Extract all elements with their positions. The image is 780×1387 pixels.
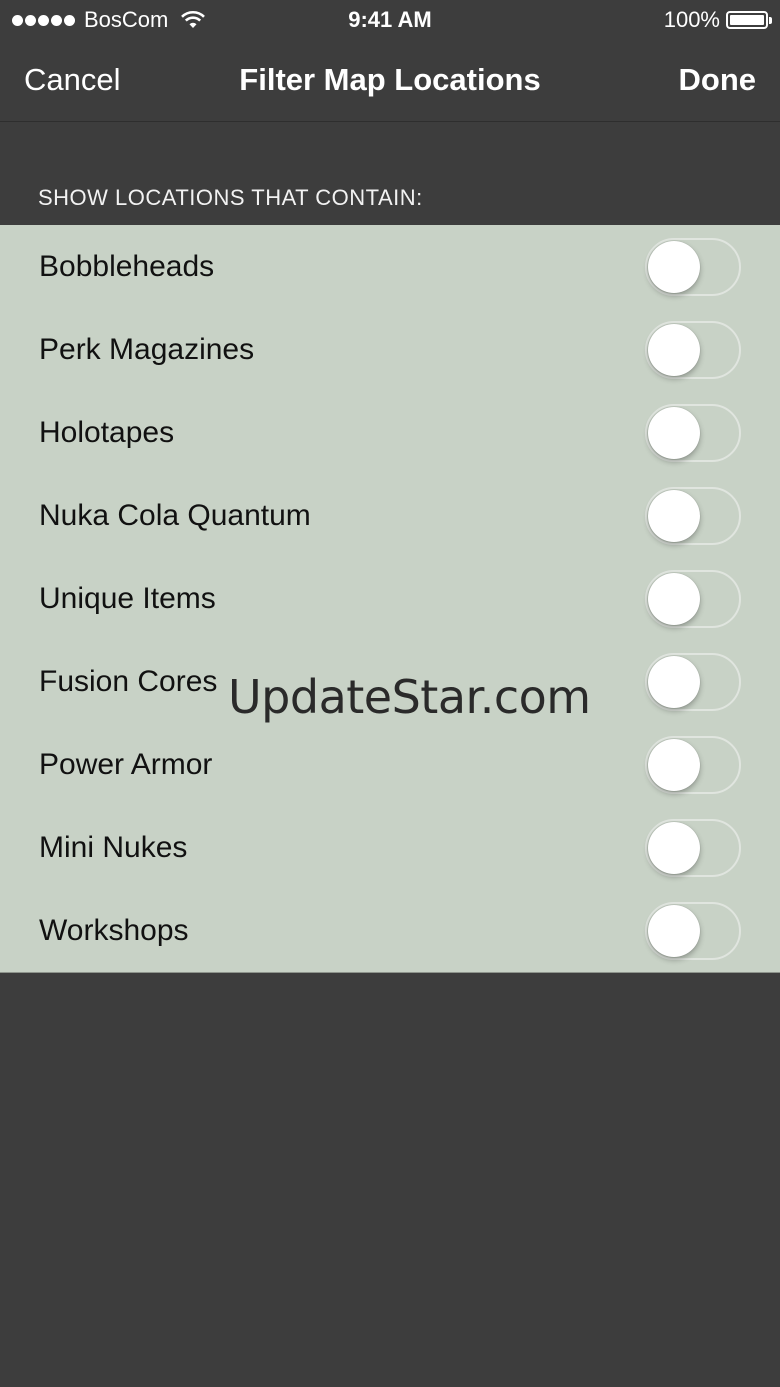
- power-armor-toggle[interactable]: [645, 735, 741, 794]
- filter-label: Fusion Cores: [39, 664, 218, 698]
- filter-label: Mini Nukes: [39, 830, 188, 864]
- toggle-knob: [648, 655, 700, 708]
- status-right: 100%: [663, 7, 772, 33]
- holotapes-toggle[interactable]: [645, 403, 741, 462]
- filter-row-nuka-cola-quantum: Nuka Cola Quantum: [0, 474, 780, 557]
- bobbleheads-toggle[interactable]: [645, 237, 741, 296]
- filter-label: Holotapes: [39, 415, 175, 449]
- perk-magazines-toggle[interactable]: [645, 320, 741, 379]
- toggle-knob: [648, 904, 700, 957]
- toggle-knob: [648, 240, 700, 293]
- filter-row-bobbleheads: Bobbleheads: [0, 225, 780, 308]
- filter-row-workshops: Workshops: [0, 889, 780, 972]
- done-button[interactable]: Done: [679, 62, 757, 98]
- filter-label: Unique Items: [39, 581, 216, 615]
- status-bar: BosCom 9:41 AM 100%: [0, 0, 780, 40]
- filter-label: Perk Magazines: [39, 332, 255, 366]
- filter-row-unique-items: Unique Items: [0, 557, 780, 640]
- navigation-bar: Cancel Filter Map Locations Done: [0, 40, 780, 122]
- filter-row-perk-magazines: Perk Magazines: [0, 308, 780, 391]
- toggle-knob: [648, 738, 700, 791]
- filter-list: Bobbleheads Perk Magazines Holotapes Nuk…: [0, 225, 780, 973]
- filter-label: Power Armor: [39, 747, 213, 781]
- filter-label: Bobbleheads: [39, 249, 215, 283]
- battery-icon: [726, 11, 772, 29]
- nuka-cola-quantum-toggle[interactable]: [645, 486, 741, 545]
- filter-row-power-armor: Power Armor: [0, 723, 780, 806]
- toggle-knob: [648, 489, 700, 542]
- filter-row-mini-nukes: Mini Nukes: [0, 806, 780, 889]
- filter-label: Workshops: [39, 913, 189, 947]
- mini-nukes-toggle[interactable]: [645, 818, 741, 877]
- section-header: SHOW LOCATIONS THAT CONTAIN:: [38, 185, 423, 210]
- filter-label: Nuka Cola Quantum: [39, 498, 311, 532]
- unique-items-toggle[interactable]: [645, 569, 741, 628]
- fusion-cores-toggle[interactable]: [645, 652, 741, 711]
- toggle-knob: [648, 323, 700, 376]
- toggle-knob: [648, 572, 700, 625]
- workshops-toggle[interactable]: [645, 901, 741, 960]
- filter-row-holotapes: Holotapes: [0, 391, 780, 474]
- watermark-text: UpdateStar.com: [228, 670, 591, 724]
- page-title: Filter Map Locations: [239, 62, 541, 97]
- toggle-knob: [648, 821, 700, 874]
- toggle-knob: [648, 406, 700, 459]
- battery-percentage: 100%: [663, 7, 720, 32]
